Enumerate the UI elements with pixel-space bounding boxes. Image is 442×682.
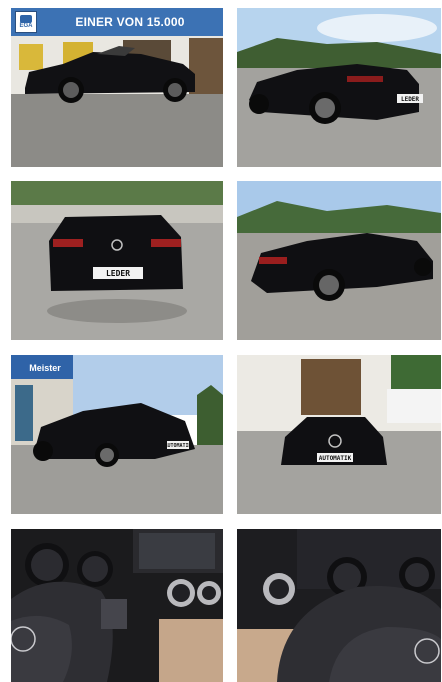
photo-3-plate: LEDER xyxy=(106,269,130,278)
photo-banner: EGA EINER VON 15.000 xyxy=(11,8,223,36)
photo-2-plate: LEDER xyxy=(401,96,419,103)
gallery-photo-7[interactable] xyxy=(11,529,223,682)
gallery-photo-4[interactable] xyxy=(237,181,441,340)
banner-text: EINER VON 15.000 xyxy=(75,15,185,29)
gallery-photo-2[interactable]: LEDER xyxy=(237,8,441,167)
photo-8-image xyxy=(237,529,441,682)
photo-5-image: Meister AUTOMATIK xyxy=(11,355,223,514)
gallery-photo-8[interactable] xyxy=(237,529,441,682)
photo-5-plate: AUTOMATIK xyxy=(164,443,191,449)
photo-4-image xyxy=(237,181,441,340)
photo-3-image: LEDER xyxy=(11,181,223,340)
dealer-logo: EGA xyxy=(15,11,37,33)
photo-6-image: AUTOMATIK xyxy=(237,355,441,514)
photo-6-plate: AUTOMATIK xyxy=(319,455,352,462)
gallery-photo-3[interactable]: LEDER xyxy=(11,181,223,340)
dealer-sign: Meister xyxy=(29,363,61,373)
gallery-photo-1[interactable]: EGA EINER VON 15.000 xyxy=(11,8,223,167)
gallery-photo-5[interactable]: Meister AUTOMATIK xyxy=(11,355,223,514)
photo-7-image xyxy=(11,529,223,682)
dealer-logo-mark xyxy=(20,14,32,23)
dealer-logo-text: EGA xyxy=(19,22,33,29)
gallery-photo-6[interactable]: AUTOMATIK xyxy=(237,355,441,514)
photo-2-image: LEDER xyxy=(237,8,441,167)
